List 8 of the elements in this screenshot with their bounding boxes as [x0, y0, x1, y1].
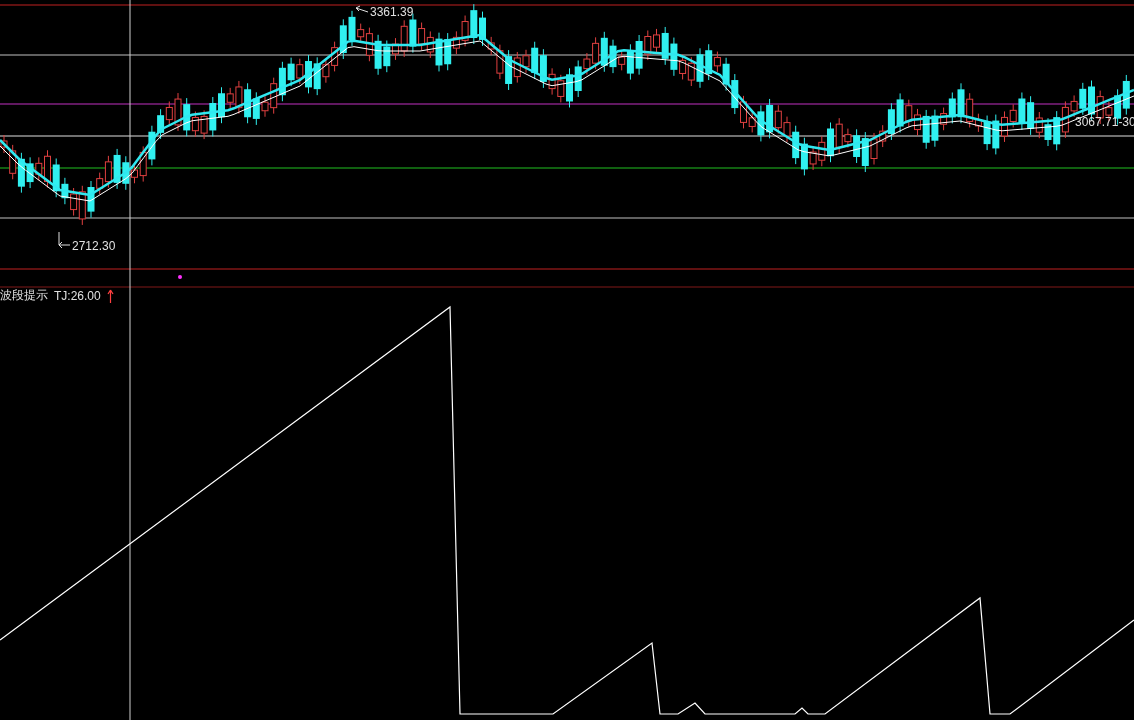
high-marker-icon [355, 5, 369, 13]
signal-dot-icon [178, 275, 182, 279]
indicator-name: 波段提示 [0, 287, 48, 304]
up-arrow-icon [106, 288, 114, 303]
indicator-reading: TJ:26.00 [54, 288, 101, 303]
low-marker-icon [58, 231, 71, 249]
high-price-label: 3361.39 [370, 5, 414, 19]
low-price-label: 2712.30 [72, 239, 116, 253]
